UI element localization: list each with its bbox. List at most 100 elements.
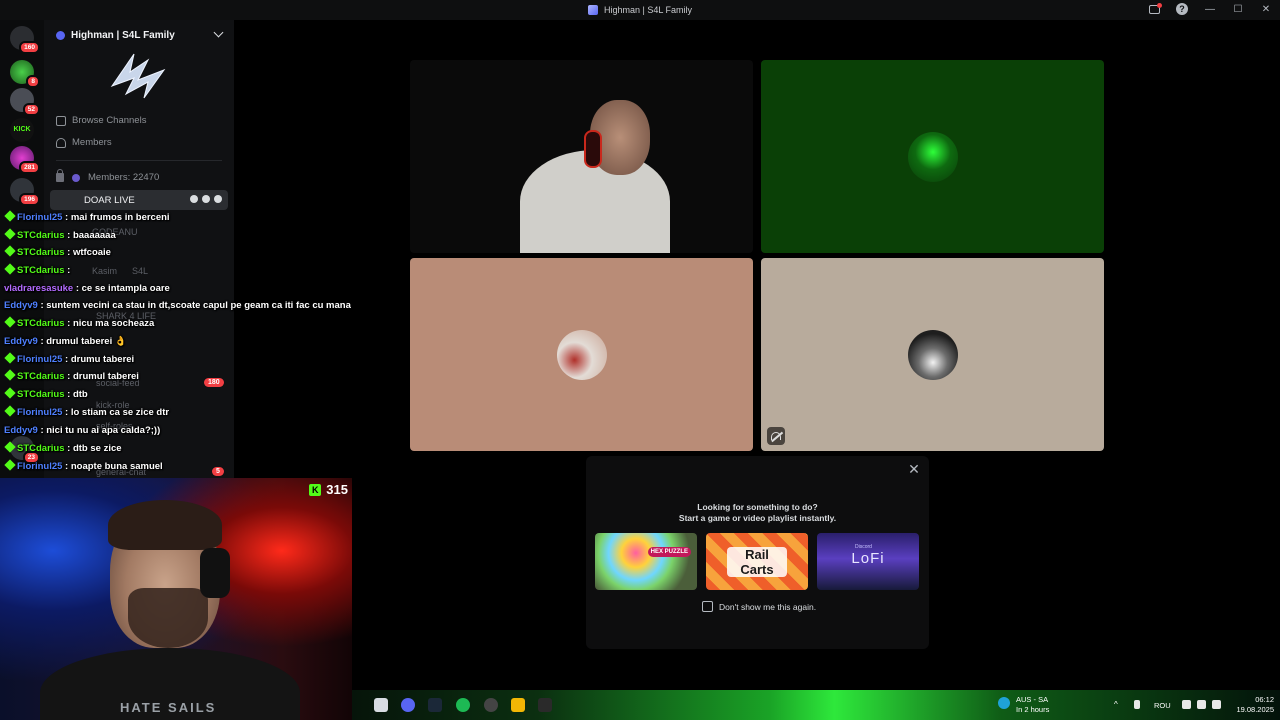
browse-channels-item[interactable]: Browse Channels (56, 115, 146, 126)
invite-icon[interactable] (202, 195, 210, 203)
help-icon[interactable]: ? (1176, 3, 1188, 15)
chat-text: : suntem vecini ca stau in dt,scoate cap… (40, 300, 351, 311)
streamer-beard (128, 588, 208, 648)
headset-icon (584, 130, 602, 168)
channel-badge: 5 (212, 467, 224, 476)
members-item[interactable]: Members (56, 137, 112, 148)
network-icon[interactable] (1182, 700, 1191, 709)
chat-message: Eddyv9 : drumul taberei 👌 (4, 336, 127, 347)
activity-lofi[interactable]: Discord LoFi (817, 533, 919, 590)
volume-icon[interactable] (1197, 700, 1206, 709)
server-banner-logo (110, 53, 166, 99)
direct-messages-icon[interactable]: 160 (10, 26, 40, 54)
browse-channels-label: Browse Channels (72, 115, 147, 126)
shirt-print: HATE SAILS (120, 700, 217, 715)
clock-date: 19.08.2025 (1236, 705, 1274, 714)
weather-widget[interactable]: AUS - SA In 2 hours (998, 695, 1050, 715)
dont-show-again[interactable]: Don't show me this again. (702, 601, 816, 612)
chat-text: : noapte buna samuel (65, 461, 163, 472)
chat-username: Eddyv9 (4, 300, 38, 311)
chat-username: Eddyv9 (4, 425, 38, 436)
browse-channels-icon (56, 115, 66, 126)
activity-rail-carts[interactable]: Rail Carts (706, 533, 808, 590)
streamer-webcam: HATE SAILS K 315 (0, 478, 352, 720)
discord-taskbar-icon[interactable] (401, 698, 415, 712)
server-badge: 8 (26, 75, 40, 88)
inbox-icon[interactable] (1148, 2, 1162, 15)
taskbar: AUS - SA In 2 hours ^ ROU 06:12 19.08.20… (352, 690, 1280, 720)
chevron-up-icon[interactable]: ^ (1114, 700, 1123, 709)
sub-badge-icon (4, 441, 16, 453)
sub-badge-icon (4, 245, 16, 257)
kick-server-icon[interactable]: KICK (10, 118, 34, 142)
system-clock[interactable]: 06:12 19.08.2025 (1218, 695, 1274, 715)
close-icon[interactable]: ✕ (907, 462, 921, 476)
chat-message: STCdarius : wtfcoaie (4, 245, 111, 258)
game-title: LoFi (851, 550, 885, 567)
chat-message: STCdarius : (4, 263, 70, 276)
server-icon[interactable]: 281 (10, 146, 40, 174)
minimize-button[interactable]: — (1204, 3, 1216, 15)
viewer-count-value: 315 (326, 482, 348, 497)
headset-icon (200, 548, 230, 598)
chat-message: STCdarius : drumul taberei (4, 369, 139, 382)
boost-icon (56, 30, 65, 40)
video-tile-avatar[interactable] (761, 60, 1104, 253)
server-icon[interactable]: 52 (10, 88, 40, 116)
globe-icon (998, 697, 1010, 709)
sub-badge-icon (4, 369, 16, 381)
chat-message: vladraresasuke : ce se intampla oare (4, 283, 170, 294)
participant-avatar (908, 330, 958, 380)
voice-user[interactable]: Kasim (92, 266, 117, 276)
window-title: Highman | S4L Family (603, 5, 693, 15)
microphone-icon[interactable] (1134, 700, 1140, 709)
activity-subprompt: Start a game or video playlist instantly… (678, 513, 837, 523)
chat-icon[interactable] (190, 195, 198, 203)
gear-icon[interactable] (214, 195, 222, 203)
maximize-button[interactable]: ☐ (1232, 3, 1244, 15)
chat-message: Eddyv9 : suntem vecini ca stau in dt,sco… (4, 300, 351, 311)
chat-username: Florinul25 (17, 354, 63, 365)
activity-hex-puzzle[interactable]: HEX PUZZLE (595, 533, 697, 590)
server-icon[interactable]: 196 (10, 178, 40, 206)
chat-text: : nici tu nu ai apa calda?;)) (40, 425, 161, 436)
weather-title: AUS - SA (1016, 695, 1049, 704)
sub-badge-icon (4, 316, 16, 328)
kick-logo-icon: K (309, 483, 322, 496)
weather-sub: In 2 hours (1016, 705, 1050, 714)
chat-text: : dtb (67, 389, 88, 400)
video-tile-camera[interactable] (410, 60, 753, 253)
game-tag: HEX PUZZLE (647, 547, 691, 557)
channel-label: DOAR LIVE (84, 194, 135, 206)
chat-message: Florinul25 : drumu taberei (4, 352, 134, 365)
dont-show-checkbox[interactable] (702, 601, 713, 612)
app-icon[interactable] (484, 698, 498, 712)
chat-username: vladraresasuke (4, 283, 74, 294)
rockstar-icon[interactable] (511, 698, 525, 712)
close-window-button[interactable]: ✕ (1260, 3, 1272, 15)
chevron-down-icon (213, 27, 224, 38)
video-tile-avatar[interactable] (410, 258, 753, 451)
server-badge: 196 (19, 193, 40, 206)
chat-message: Florinul25 : mai frumos in berceni (4, 210, 170, 223)
epic-games-icon[interactable] (538, 698, 552, 712)
members-label: Members (72, 137, 112, 148)
video-tile-avatar[interactable] (761, 258, 1104, 451)
streamer-hair (108, 500, 222, 550)
file-explorer-icon[interactable] (374, 698, 388, 712)
spotify-icon[interactable] (456, 698, 470, 712)
channel-doar-live[interactable]: DOAR LIVE (50, 190, 228, 210)
server-icon[interactable]: 8 (10, 60, 40, 88)
server-badge: 52 (22, 103, 40, 116)
activity-prompt: Looking for something to do? (697, 502, 818, 512)
steam-icon[interactable] (428, 698, 442, 712)
chat-username: Florinul25 (17, 212, 63, 223)
sub-badge-icon (4, 352, 16, 364)
language-indicator[interactable]: ROU (1154, 701, 1171, 710)
sidebar-divider (56, 160, 222, 161)
members-icon (56, 137, 66, 148)
member-count-channel[interactable]: Members: 22470 (56, 169, 159, 183)
deafened-icon (767, 427, 785, 445)
game-title: Rail Carts (727, 547, 787, 577)
sub-badge-icon (4, 387, 16, 399)
